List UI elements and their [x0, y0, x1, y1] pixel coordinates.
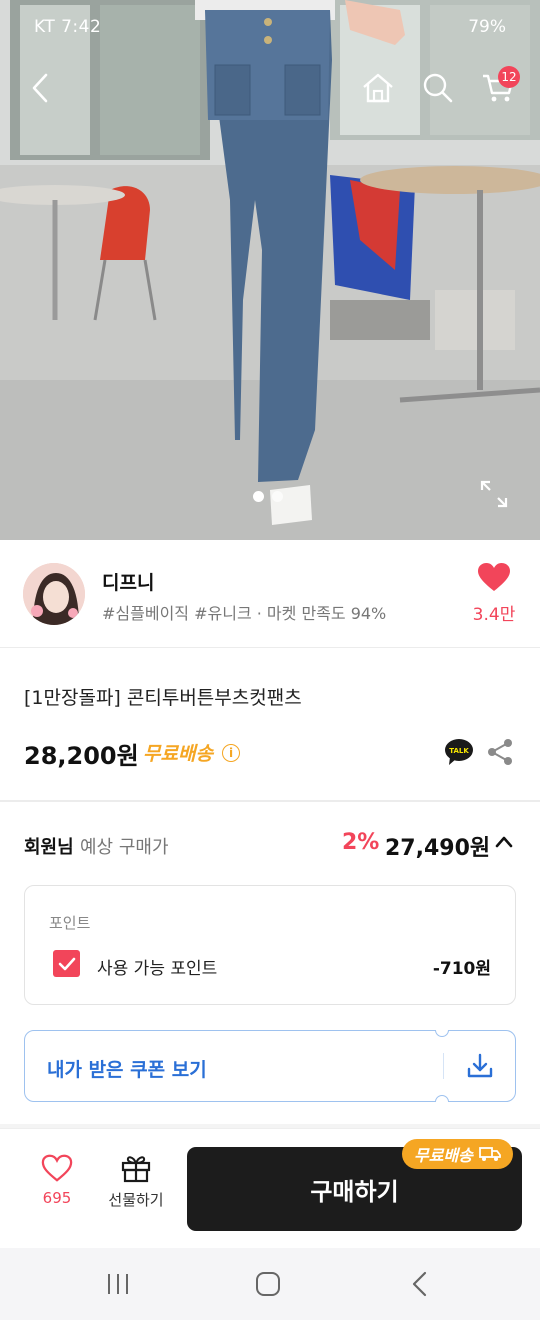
point-checkbox[interactable] [53, 950, 80, 977]
carrier-time: KT 7:42 [34, 17, 102, 37]
status-bar: KT 7:42 79% [0, 0, 540, 56]
wishlist-count: 695 [42, 1189, 72, 1207]
system-back-button[interactable] [400, 1266, 440, 1302]
heart-filled-icon [478, 563, 510, 591]
seller-section[interactable]: 디프니 #심플베이직 #유니크 · 마켓 만족도 94% 3.4만 [0, 540, 540, 648]
seller-tags: #심플베이직 #유니크 · 마켓 만족도 94% [102, 604, 387, 623]
share-icon[interactable] [486, 738, 514, 766]
member-discount-rate: 2% [342, 830, 380, 855]
svg-text:TALK: TALK [449, 747, 469, 755]
recent-apps-icon [108, 1274, 128, 1294]
search-button[interactable] [416, 66, 460, 110]
gift-label: 선물하기 [108, 1191, 164, 1209]
system-navigation-bar [0, 1248, 540, 1320]
coupon-label: 내가 받은 쿠폰 보기 [47, 1059, 207, 1081]
coupon-notch [435, 1095, 449, 1102]
home-button[interactable] [356, 66, 400, 110]
truck-icon [478, 1147, 501, 1161]
point-title: 포인트 [49, 914, 91, 932]
back-button[interactable] [18, 66, 62, 110]
check-icon [58, 957, 75, 970]
free-shipping-badge: 무료배송 [402, 1139, 513, 1169]
coupon-notch [435, 1030, 449, 1037]
coupon-separator [443, 1053, 444, 1079]
pagination-dot [272, 491, 283, 502]
gift-icon [121, 1156, 151, 1183]
heart-outline-icon [41, 1154, 73, 1182]
avatar-image [23, 563, 85, 625]
member-expected-price: 27,490원 [385, 836, 491, 861]
point-label: 사용 가능 포인트 [97, 959, 218, 979]
seller-name[interactable]: 디프니 [102, 568, 154, 595]
kakaotalk-share-icon[interactable]: TALK [444, 738, 474, 766]
product-title: [1만장돌파] 콘티투버튼부츠컷팬츠 [24, 687, 302, 709]
buy-button-label: 구매하기 [310, 1177, 399, 1206]
product-price: 28,200원 [24, 742, 139, 770]
pagination-dot-active [253, 491, 264, 502]
download-icon[interactable] [465, 1051, 495, 1081]
member-label: 회원님 [24, 837, 74, 858]
home-system-button[interactable] [248, 1266, 288, 1302]
seller-avatar[interactable] [23, 563, 85, 625]
view-coupons-button[interactable]: 내가 받은 쿠폰 보기 [24, 1030, 516, 1102]
gallery-pagination [253, 491, 283, 502]
gift-button[interactable]: 선물하기 [104, 1153, 168, 1210]
home-circle-icon [256, 1272, 280, 1296]
home-icon [363, 73, 393, 103]
free-shipping-label: 무료배송 [143, 743, 213, 765]
fullscreen-icon[interactable] [478, 478, 510, 510]
wishlist-button[interactable]: 695 [26, 1153, 88, 1207]
purchase-bar: 695 선물하기 구매하기 무료배송 [0, 1128, 540, 1248]
seller-like-count: 3.4만 [472, 605, 516, 625]
battery-level: 79% [468, 17, 506, 37]
product-image-gallery[interactable]: KT 7:42 79% 12 [0, 0, 540, 540]
point-value: -710원 [432, 959, 491, 979]
member-sub-label: 예상 구매가 [80, 837, 169, 858]
point-card: 포인트 사용 가능 포인트 -710원 [24, 885, 516, 1005]
cart-count-badge: 12 [498, 66, 520, 88]
seller-like-button[interactable]: 3.4만 [466, 562, 522, 625]
chevron-up-icon[interactable] [494, 834, 514, 850]
section-divider [0, 800, 540, 802]
search-icon [423, 73, 453, 103]
back-icon [32, 73, 48, 103]
back-chevron-icon [412, 1271, 427, 1297]
free-shipping-badge-label: 무료배송 [414, 1146, 473, 1165]
info-icon[interactable]: i [222, 744, 240, 762]
recent-apps-button[interactable] [98, 1266, 138, 1302]
